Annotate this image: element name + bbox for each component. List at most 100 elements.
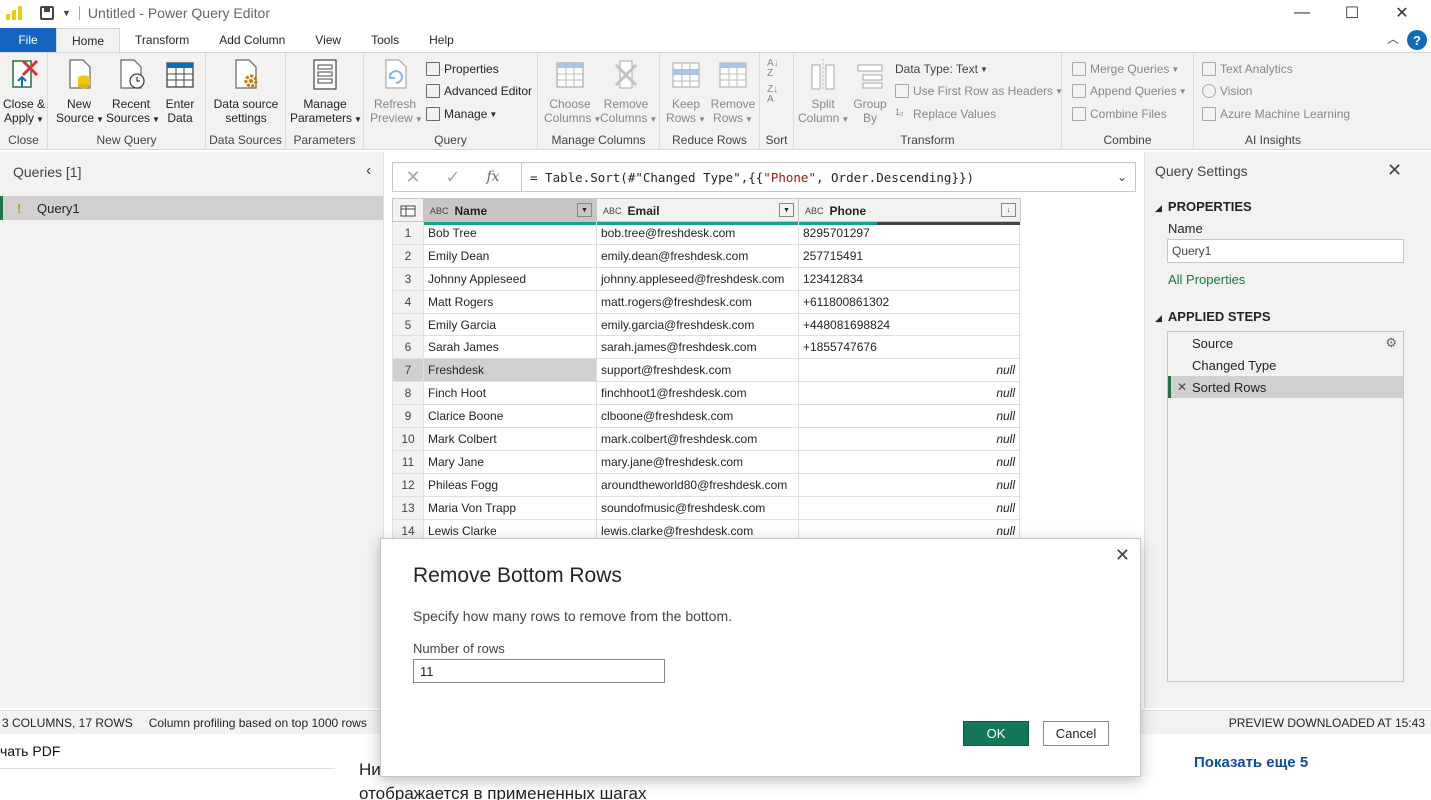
- cell-phone[interactable]: 123412834: [799, 267, 1020, 290]
- manage-query-button[interactable]: Manage ▼: [426, 105, 497, 123]
- cell-email[interactable]: johnny.appleseed@freshdesk.com: [597, 267, 799, 290]
- gear-icon[interactable]: ⚙: [1385, 335, 1397, 351]
- applied-steps-heading[interactable]: ◢ APPLIED STEPS: [1155, 309, 1271, 324]
- cell-email[interactable]: soundofmusic@freshdesk.com: [597, 496, 799, 519]
- cell-name[interactable]: Maria Von Trapp: [424, 496, 597, 519]
- cell-phone[interactable]: null: [799, 473, 1020, 496]
- cell-email[interactable]: sarah.james@freshdesk.com: [597, 336, 799, 359]
- cell-phone[interactable]: 8295701297: [799, 222, 1020, 244]
- ok-button[interactable]: OK: [963, 721, 1029, 746]
- row-number[interactable]: 11: [393, 450, 424, 473]
- cell-name[interactable]: Mark Colbert: [424, 428, 597, 450]
- quick-access-dropdown-icon[interactable]: ▼: [62, 8, 71, 18]
- table-row[interactable]: 12 Phileas Fogg aroundtheworld80@freshdesk…: [392, 473, 1021, 497]
- row-number[interactable]: 3: [393, 267, 424, 290]
- use-first-row-headers-button[interactable]: Use First Row as Headers ▼: [895, 82, 1063, 100]
- sort-ascending-button[interactable]: A↓ Z: [767, 59, 779, 79]
- data-type-dropdown[interactable]: Data Type: Text ▼: [895, 60, 988, 78]
- cell-name[interactable]: Matt Rogers: [424, 290, 597, 313]
- tab-transform[interactable]: Transform: [120, 28, 204, 52]
- cell-email[interactable]: bob.tree@freshdesk.com: [597, 222, 799, 244]
- merge-queries-button[interactable]: Merge Queries ▼: [1072, 60, 1179, 78]
- properties-button[interactable]: Properties: [426, 60, 499, 78]
- cell-phone[interactable]: null: [799, 428, 1020, 450]
- table-row[interactable]: 13 Maria Von Trapp soundofmusic@freshdesk.…: [392, 496, 1021, 520]
- table-row[interactable]: 6 Sarah James sarah.james@freshdesk.com +18…: [392, 336, 1021, 360]
- query-name-input[interactable]: Query1: [1167, 239, 1404, 263]
- number-of-rows-input[interactable]: 11: [413, 659, 665, 683]
- table-row[interactable]: 3 Johnny Appleseed johnny.appleseed@freshd…: [392, 267, 1021, 291]
- column-header-email[interactable]: ABC Email ▼: [597, 199, 799, 225]
- close-icon[interactable]: ✕: [1387, 160, 1402, 181]
- cell-name[interactable]: Johnny Appleseed: [424, 267, 597, 290]
- table-menu-icon[interactable]: [393, 199, 424, 222]
- cell-name[interactable]: Clarice Boone: [424, 405, 597, 428]
- text-type-icon[interactable]: ABC: [805, 206, 824, 216]
- close-icon[interactable]: ✕: [1115, 545, 1130, 566]
- cell-phone[interactable]: +448081698824: [799, 313, 1020, 336]
- row-number[interactable]: 6: [393, 336, 424, 359]
- cell-name[interactable]: Mary Jane: [424, 450, 597, 473]
- table-row[interactable]: 11 Mary Jane mary.jane@freshdesk.com null: [392, 450, 1021, 474]
- delete-step-icon[interactable]: ✕: [1177, 380, 1187, 394]
- column-header-phone[interactable]: ABC Phone ↓: [799, 199, 1020, 225]
- cell-phone[interactable]: null: [799, 405, 1020, 428]
- tab-add-column[interactable]: Add Column: [204, 28, 300, 52]
- new-source-button[interactable]: New Source ▼: [56, 57, 104, 127]
- cell-email[interactable]: matt.rogers@freshdesk.com: [597, 290, 799, 313]
- cell-phone[interactable]: 257715491: [799, 244, 1020, 267]
- tab-view[interactable]: View: [300, 28, 356, 52]
- row-number[interactable]: 10: [393, 428, 424, 450]
- column-header-name[interactable]: ABC Name ▼: [424, 199, 597, 225]
- filter-dropdown-icon[interactable]: ▼: [577, 203, 592, 217]
- table-row[interactable]: 8 Finch Hoot finchhoot1@freshdesk.com null: [392, 382, 1021, 406]
- group-by-button[interactable]: Group By: [850, 57, 890, 125]
- help-icon[interactable]: ?: [1407, 30, 1427, 50]
- cell-phone[interactable]: null: [799, 496, 1020, 519]
- collapse-ribbon-icon[interactable]: ︿: [1387, 30, 1399, 47]
- cell-phone[interactable]: null: [799, 382, 1020, 405]
- properties-heading[interactable]: ◢ PROPERTIES: [1155, 199, 1252, 214]
- table-row[interactable]: 4 Matt Rogers matt.rogers@freshdesk.com +61…: [392, 290, 1021, 314]
- step-changed-type[interactable]: Changed Type: [1168, 354, 1403, 376]
- step-sorted-rows[interactable]: ✕ Sorted Rows: [1168, 376, 1403, 398]
- keep-rows-button[interactable]: Keep Rows ▼: [664, 57, 708, 127]
- tab-help[interactable]: Help: [414, 28, 469, 52]
- collapse-queries-icon[interactable]: ‹: [366, 162, 371, 180]
- vision-button[interactable]: Vision: [1202, 82, 1252, 100]
- cell-email[interactable]: aroundtheworld80@freshdesk.com: [597, 473, 799, 496]
- table-row[interactable]: 7 Freshdesk support@freshdesk.com null: [392, 359, 1021, 383]
- cell-email[interactable]: mark.colbert@freshdesk.com: [597, 428, 799, 450]
- text-analytics-button[interactable]: Text Analytics: [1202, 60, 1293, 78]
- data-source-settings-button[interactable]: Data source settings: [210, 57, 282, 125]
- row-number[interactable]: 8: [393, 382, 424, 405]
- row-number[interactable]: 4: [393, 290, 424, 313]
- row-number[interactable]: 9: [393, 405, 424, 428]
- maximize-icon[interactable]: ☐: [1329, 0, 1375, 26]
- cell-name[interactable]: Finch Hoot: [424, 382, 597, 405]
- cell-name[interactable]: Freshdesk: [424, 359, 597, 382]
- query-item[interactable]: ! Query1: [0, 196, 383, 220]
- save-icon[interactable]: [40, 6, 54, 20]
- cell-phone[interactable]: null: [799, 359, 1020, 382]
- minimize-icon[interactable]: —: [1279, 0, 1325, 26]
- row-number[interactable]: 12: [393, 473, 424, 496]
- cell-name[interactable]: Sarah James: [424, 336, 597, 359]
- enter-data-button[interactable]: Enter Data: [160, 57, 200, 125]
- formula-input[interactable]: = Table.Sort(#"Changed Type",{{"Phone", …: [521, 163, 1109, 191]
- remove-rows-button[interactable]: Remove Rows ▼: [710, 57, 756, 127]
- cell-phone[interactable]: +1855747676: [799, 336, 1020, 359]
- manage-parameters-button[interactable]: Manage Parameters ▼: [290, 57, 362, 127]
- tab-home[interactable]: Home: [56, 28, 121, 52]
- cell-name[interactable]: Emily Garcia: [424, 313, 597, 336]
- text-type-icon[interactable]: ABC: [430, 206, 449, 216]
- table-row[interactable]: 1 Bob Tree bob.tree@freshdesk.com 829570129…: [392, 222, 1021, 245]
- table-row[interactable]: 10 Mark Colbert mark.colbert@freshdesk.com…: [392, 428, 1021, 451]
- row-number[interactable]: 2: [393, 244, 424, 267]
- cell-phone[interactable]: null: [799, 450, 1020, 473]
- recent-sources-button[interactable]: Recent Sources ▼: [106, 57, 160, 127]
- row-number[interactable]: 5: [393, 313, 424, 336]
- step-source[interactable]: Source ⚙: [1168, 332, 1403, 354]
- cancel-button[interactable]: Cancel: [1043, 721, 1109, 746]
- close-apply-button[interactable]: Close & Apply ▼: [2, 57, 46, 127]
